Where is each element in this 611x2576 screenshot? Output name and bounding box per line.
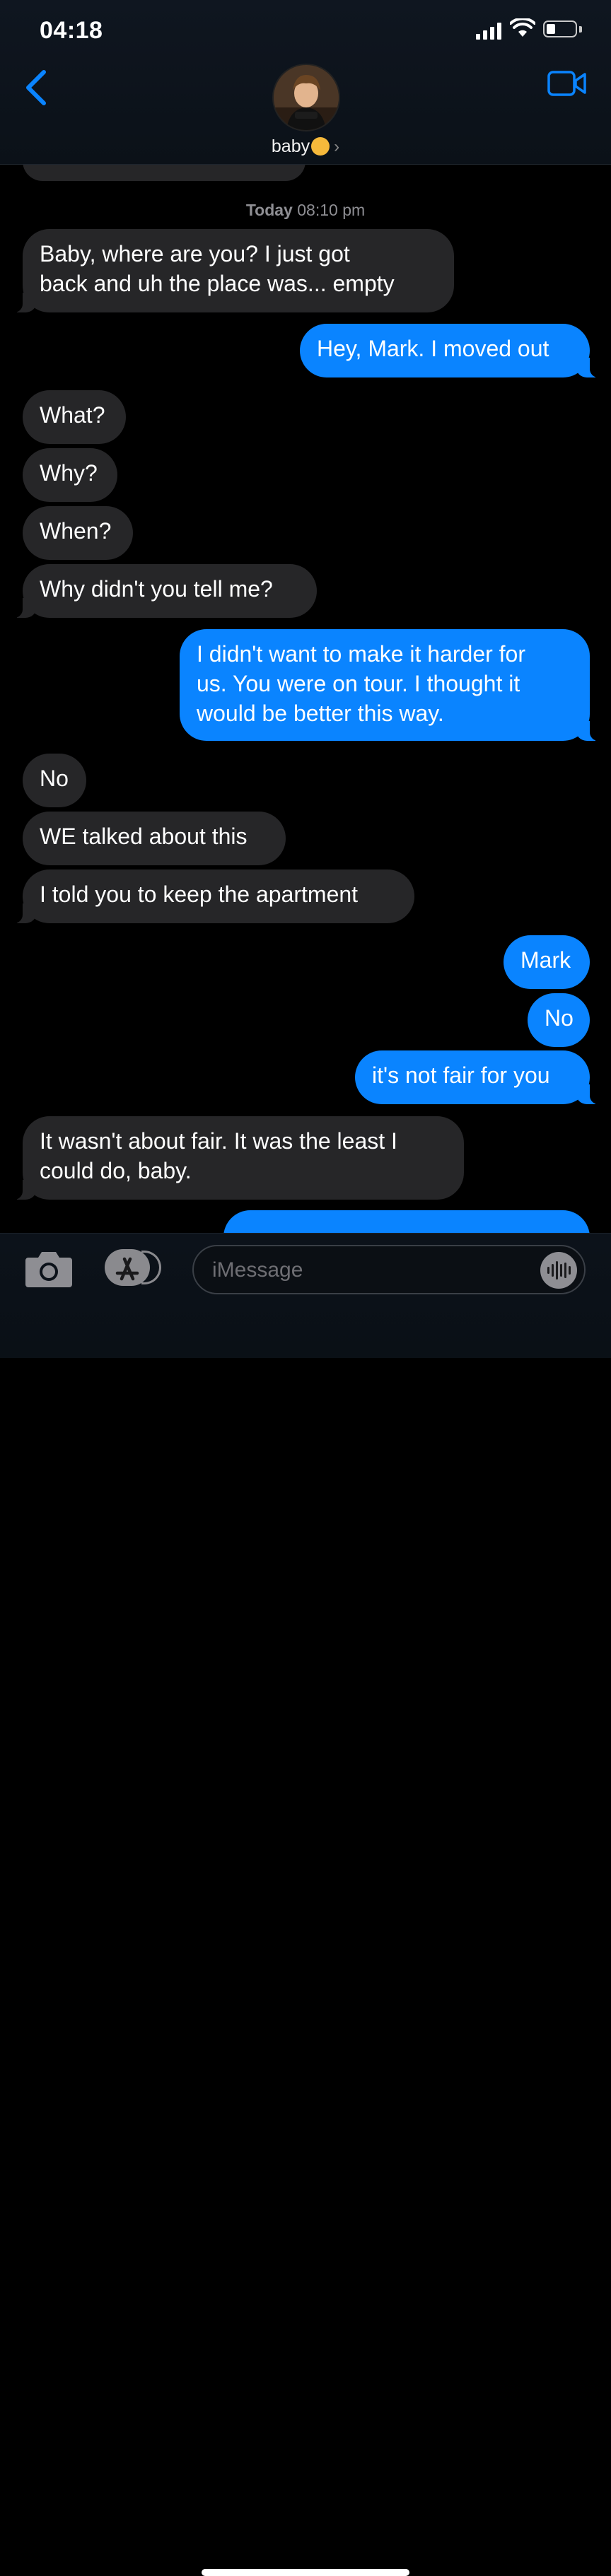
message-line: us. You were on tour. I thought it xyxy=(197,671,520,696)
conversation-thread[interactable]: Today 08:10 pm Baby, where are you? I ju… xyxy=(0,0,611,1233)
message-line: I told you to keep the apartment xyxy=(40,882,359,907)
message-line: could do, baby. xyxy=(40,1158,192,1183)
message-line: Why didn't you tell me? xyxy=(40,576,273,602)
message-bubble-incoming[interactable]: It wasn't about fair. It was the least I… xyxy=(11,1116,464,1200)
message-bubble-incoming[interactable]: Why didn't you tell me? xyxy=(11,564,317,618)
message-bubble-incoming[interactable]: When? xyxy=(23,506,133,560)
timestamp-day: Today xyxy=(245,201,293,219)
contact-avatar[interactable] xyxy=(272,64,340,131)
message-bubble-incoming[interactable]: Baby, where are you? I just got back and… xyxy=(11,229,454,312)
message-bubble-outgoing[interactable]: Mark xyxy=(504,935,590,989)
cellular-signal-icon xyxy=(476,21,504,40)
message-line: It wasn't about fair. It was the least I xyxy=(40,1128,397,1154)
battery-cap xyxy=(579,26,582,33)
message-timestamp: Today 08:10 pm xyxy=(0,201,611,220)
message-line: No xyxy=(545,1005,574,1031)
message-line: When? xyxy=(40,518,112,544)
message-bubble-outgoing[interactable]: it's not fair for you xyxy=(355,1050,601,1104)
message-bubble-incoming[interactable]: What? xyxy=(23,390,126,444)
avatar-photo xyxy=(274,65,339,130)
imessage-field[interactable] xyxy=(192,1245,586,1294)
battery-icon xyxy=(543,21,577,37)
message-line: I didn't want to make it harder for xyxy=(197,641,525,667)
message-bubble-incoming[interactable]: Why? xyxy=(23,448,117,502)
message-line: back and uh the place was... empty xyxy=(40,271,395,296)
message-line: WE talked about this xyxy=(40,824,248,849)
message-bubble-partial[interactable] xyxy=(223,1210,590,1233)
contact-name-text: baby xyxy=(271,136,310,156)
home-indicator[interactable] xyxy=(202,2569,409,2576)
message-bubble-incoming[interactable]: I told you to keep the apartment xyxy=(11,870,414,923)
message-line: it's not fair for you xyxy=(372,1062,550,1088)
contact-name[interactable]: baby › xyxy=(0,136,611,157)
message-line: would be better this way. xyxy=(197,701,444,726)
message-composer-bar xyxy=(0,1233,611,2576)
message-line: Hey, Mark. I moved out xyxy=(317,336,549,361)
conversation-header: 04:18 baby › xyxy=(0,0,611,165)
timestamp-time: 08:10 pm xyxy=(297,201,366,219)
message-line: Why? xyxy=(40,460,98,486)
wifi-icon xyxy=(510,18,535,37)
app-drawer-edge xyxy=(141,1251,161,1284)
status-time: 04:18 xyxy=(40,17,103,44)
back-chevron-icon[interactable] xyxy=(23,69,48,106)
message-bubble-incoming[interactable]: No xyxy=(23,754,86,807)
audio-record-icon[interactable] xyxy=(540,1252,577,1289)
message-line: What? xyxy=(40,402,105,428)
message-bubble-outgoing[interactable]: I didn't want to make it harder for us. … xyxy=(180,629,601,741)
video-call-icon[interactable] xyxy=(547,69,587,98)
imessage-input[interactable] xyxy=(211,1255,525,1286)
persevering-face-emoji-icon xyxy=(311,137,330,156)
chevron-right-icon: › xyxy=(334,137,340,156)
message-line: Mark xyxy=(520,947,571,973)
message-line: No xyxy=(40,766,69,791)
message-line: Baby, where are you? I just got xyxy=(40,241,350,267)
camera-icon[interactable] xyxy=(24,1249,74,1289)
message-bubble-outgoing[interactable]: No xyxy=(528,993,590,1047)
message-bubble-outgoing[interactable]: Hey, Mark. I moved out xyxy=(300,324,601,377)
message-bubble-incoming[interactable]: WE talked about this xyxy=(23,812,286,865)
